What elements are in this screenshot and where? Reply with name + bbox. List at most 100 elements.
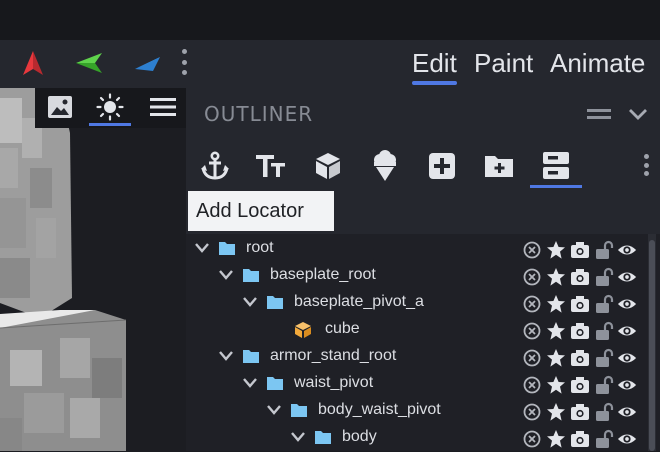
- tree-row-baseplate-root[interactable]: baseplate_root: [186, 263, 648, 290]
- tab-animate[interactable]: Animate: [550, 45, 645, 81]
- star-icon[interactable]: [546, 402, 566, 422]
- ice-cream-icon[interactable]: [365, 148, 405, 184]
- lock-icon[interactable]: [594, 402, 614, 422]
- star-icon[interactable]: [546, 267, 566, 287]
- outliner-scrollbar[interactable]: [648, 234, 656, 451]
- chevron-down-icon[interactable]: [242, 294, 258, 310]
- star-icon[interactable]: [546, 240, 566, 260]
- remove-icon[interactable]: [522, 375, 542, 395]
- row-label: body_waist_pivot: [318, 401, 441, 418]
- folder-icon: [242, 267, 260, 285]
- tree-row-body-waist-pivot[interactable]: body_waist_pivot: [186, 398, 648, 425]
- row-actions: [522, 402, 642, 422]
- outliner-more-icon[interactable]: [641, 154, 651, 176]
- toolbar-more-icon[interactable]: [179, 49, 189, 75]
- remove-icon[interactable]: [522, 267, 542, 287]
- red-arrow-tool-icon[interactable]: [16, 48, 50, 78]
- folder-icon: [266, 375, 284, 393]
- row-label: armor_stand_root: [270, 347, 397, 364]
- tab-paint[interactable]: Paint: [474, 45, 533, 81]
- main-toolbar: Edit Paint Animate: [0, 40, 660, 88]
- lock-icon[interactable]: [594, 348, 614, 368]
- lock-icon[interactable]: [594, 321, 614, 341]
- visibility-icon[interactable]: [617, 294, 637, 314]
- row-actions: [522, 429, 642, 449]
- blue-arrow-tool-icon[interactable]: [130, 48, 164, 78]
- green-arrow-tool-icon[interactable]: [72, 48, 106, 78]
- tree-row-armor-stand-root[interactable]: armor_stand_root: [186, 344, 648, 371]
- camera-icon[interactable]: [570, 294, 590, 314]
- folder-icon: [242, 348, 260, 366]
- row-label: waist_pivot: [294, 374, 374, 391]
- lock-icon[interactable]: [594, 240, 614, 260]
- visibility-icon[interactable]: [617, 402, 637, 422]
- outliner-tree: root baseplate_root baseplate_pivot_acube a…: [186, 234, 660, 451]
- row-label: body: [342, 428, 377, 445]
- 3d-viewport[interactable]: [0, 88, 186, 451]
- remove-icon[interactable]: [522, 429, 542, 449]
- star-icon[interactable]: [546, 348, 566, 368]
- camera-icon[interactable]: [570, 321, 590, 341]
- cube-element-icon: [294, 321, 312, 339]
- row-actions: [522, 267, 642, 287]
- image-icon[interactable]: [43, 92, 77, 122]
- row-actions: [522, 348, 642, 368]
- chevron-down-icon[interactable]: [626, 102, 650, 126]
- remove-icon[interactable]: [522, 321, 542, 341]
- camera-icon[interactable]: [570, 375, 590, 395]
- outliner-title: OUTLINER: [204, 102, 314, 126]
- chevron-down-icon[interactable]: [218, 348, 234, 364]
- star-icon[interactable]: [546, 429, 566, 449]
- chevron-down-icon[interactable]: [290, 429, 306, 445]
- row-actions: [522, 321, 642, 341]
- menu-icon[interactable]: [146, 92, 180, 122]
- cube-icon[interactable]: [308, 148, 348, 184]
- tree-row-baseplate-pivot-a[interactable]: baseplate_pivot_a: [186, 290, 648, 317]
- camera-icon[interactable]: [570, 267, 590, 287]
- camera-icon[interactable]: [570, 240, 590, 260]
- camera-icon[interactable]: [570, 402, 590, 422]
- light-icon[interactable]: [89, 92, 131, 126]
- row-label: root: [246, 239, 274, 256]
- remove-icon[interactable]: [522, 348, 542, 368]
- tab-edit[interactable]: Edit: [412, 45, 457, 85]
- chevron-down-icon[interactable]: [218, 267, 234, 283]
- lock-icon[interactable]: [594, 375, 614, 395]
- tree-row-waist-pivot[interactable]: waist_pivot: [186, 371, 648, 398]
- remove-icon[interactable]: [522, 402, 542, 422]
- star-icon[interactable]: [546, 375, 566, 395]
- camera-icon[interactable]: [570, 429, 590, 449]
- visibility-icon[interactable]: [617, 321, 637, 341]
- add-folder-icon[interactable]: [479, 148, 519, 184]
- star-icon[interactable]: [546, 321, 566, 341]
- viewport-scene: [0, 88, 127, 451]
- visibility-icon[interactable]: [617, 429, 637, 449]
- chevron-down-icon[interactable]: [266, 402, 282, 418]
- visibility-icon[interactable]: [617, 267, 637, 287]
- add-cube-icon[interactable]: [422, 148, 462, 184]
- tree-row-cube[interactable]: cube: [186, 317, 648, 344]
- star-icon[interactable]: [546, 294, 566, 314]
- scrollbar-thumb[interactable]: [649, 240, 655, 451]
- text-icon[interactable]: [251, 148, 291, 184]
- row-actions: [522, 294, 642, 314]
- tree-row-root[interactable]: root: [186, 236, 648, 263]
- lock-icon[interactable]: [594, 294, 614, 314]
- chevron-down-icon[interactable]: [194, 240, 210, 256]
- chevron-down-icon[interactable]: [242, 375, 258, 391]
- remove-icon[interactable]: [522, 240, 542, 260]
- lock-icon[interactable]: [594, 429, 614, 449]
- visibility-icon[interactable]: [617, 240, 637, 260]
- visibility-icon[interactable]: [617, 348, 637, 368]
- add-locator-icon[interactable]: [195, 148, 235, 184]
- lock-icon[interactable]: [594, 267, 614, 287]
- row-label: baseplate_pivot_a: [294, 293, 424, 310]
- visibility-icon[interactable]: [617, 375, 637, 395]
- tree-row-body[interactable]: body: [186, 425, 648, 452]
- folder-icon: [218, 240, 236, 258]
- camera-icon[interactable]: [570, 348, 590, 368]
- outliner-toggle-icon[interactable]: [530, 148, 582, 188]
- panel-resize-icon[interactable]: [586, 102, 612, 126]
- tooltip: Add Locator: [188, 191, 334, 231]
- remove-icon[interactable]: [522, 294, 542, 314]
